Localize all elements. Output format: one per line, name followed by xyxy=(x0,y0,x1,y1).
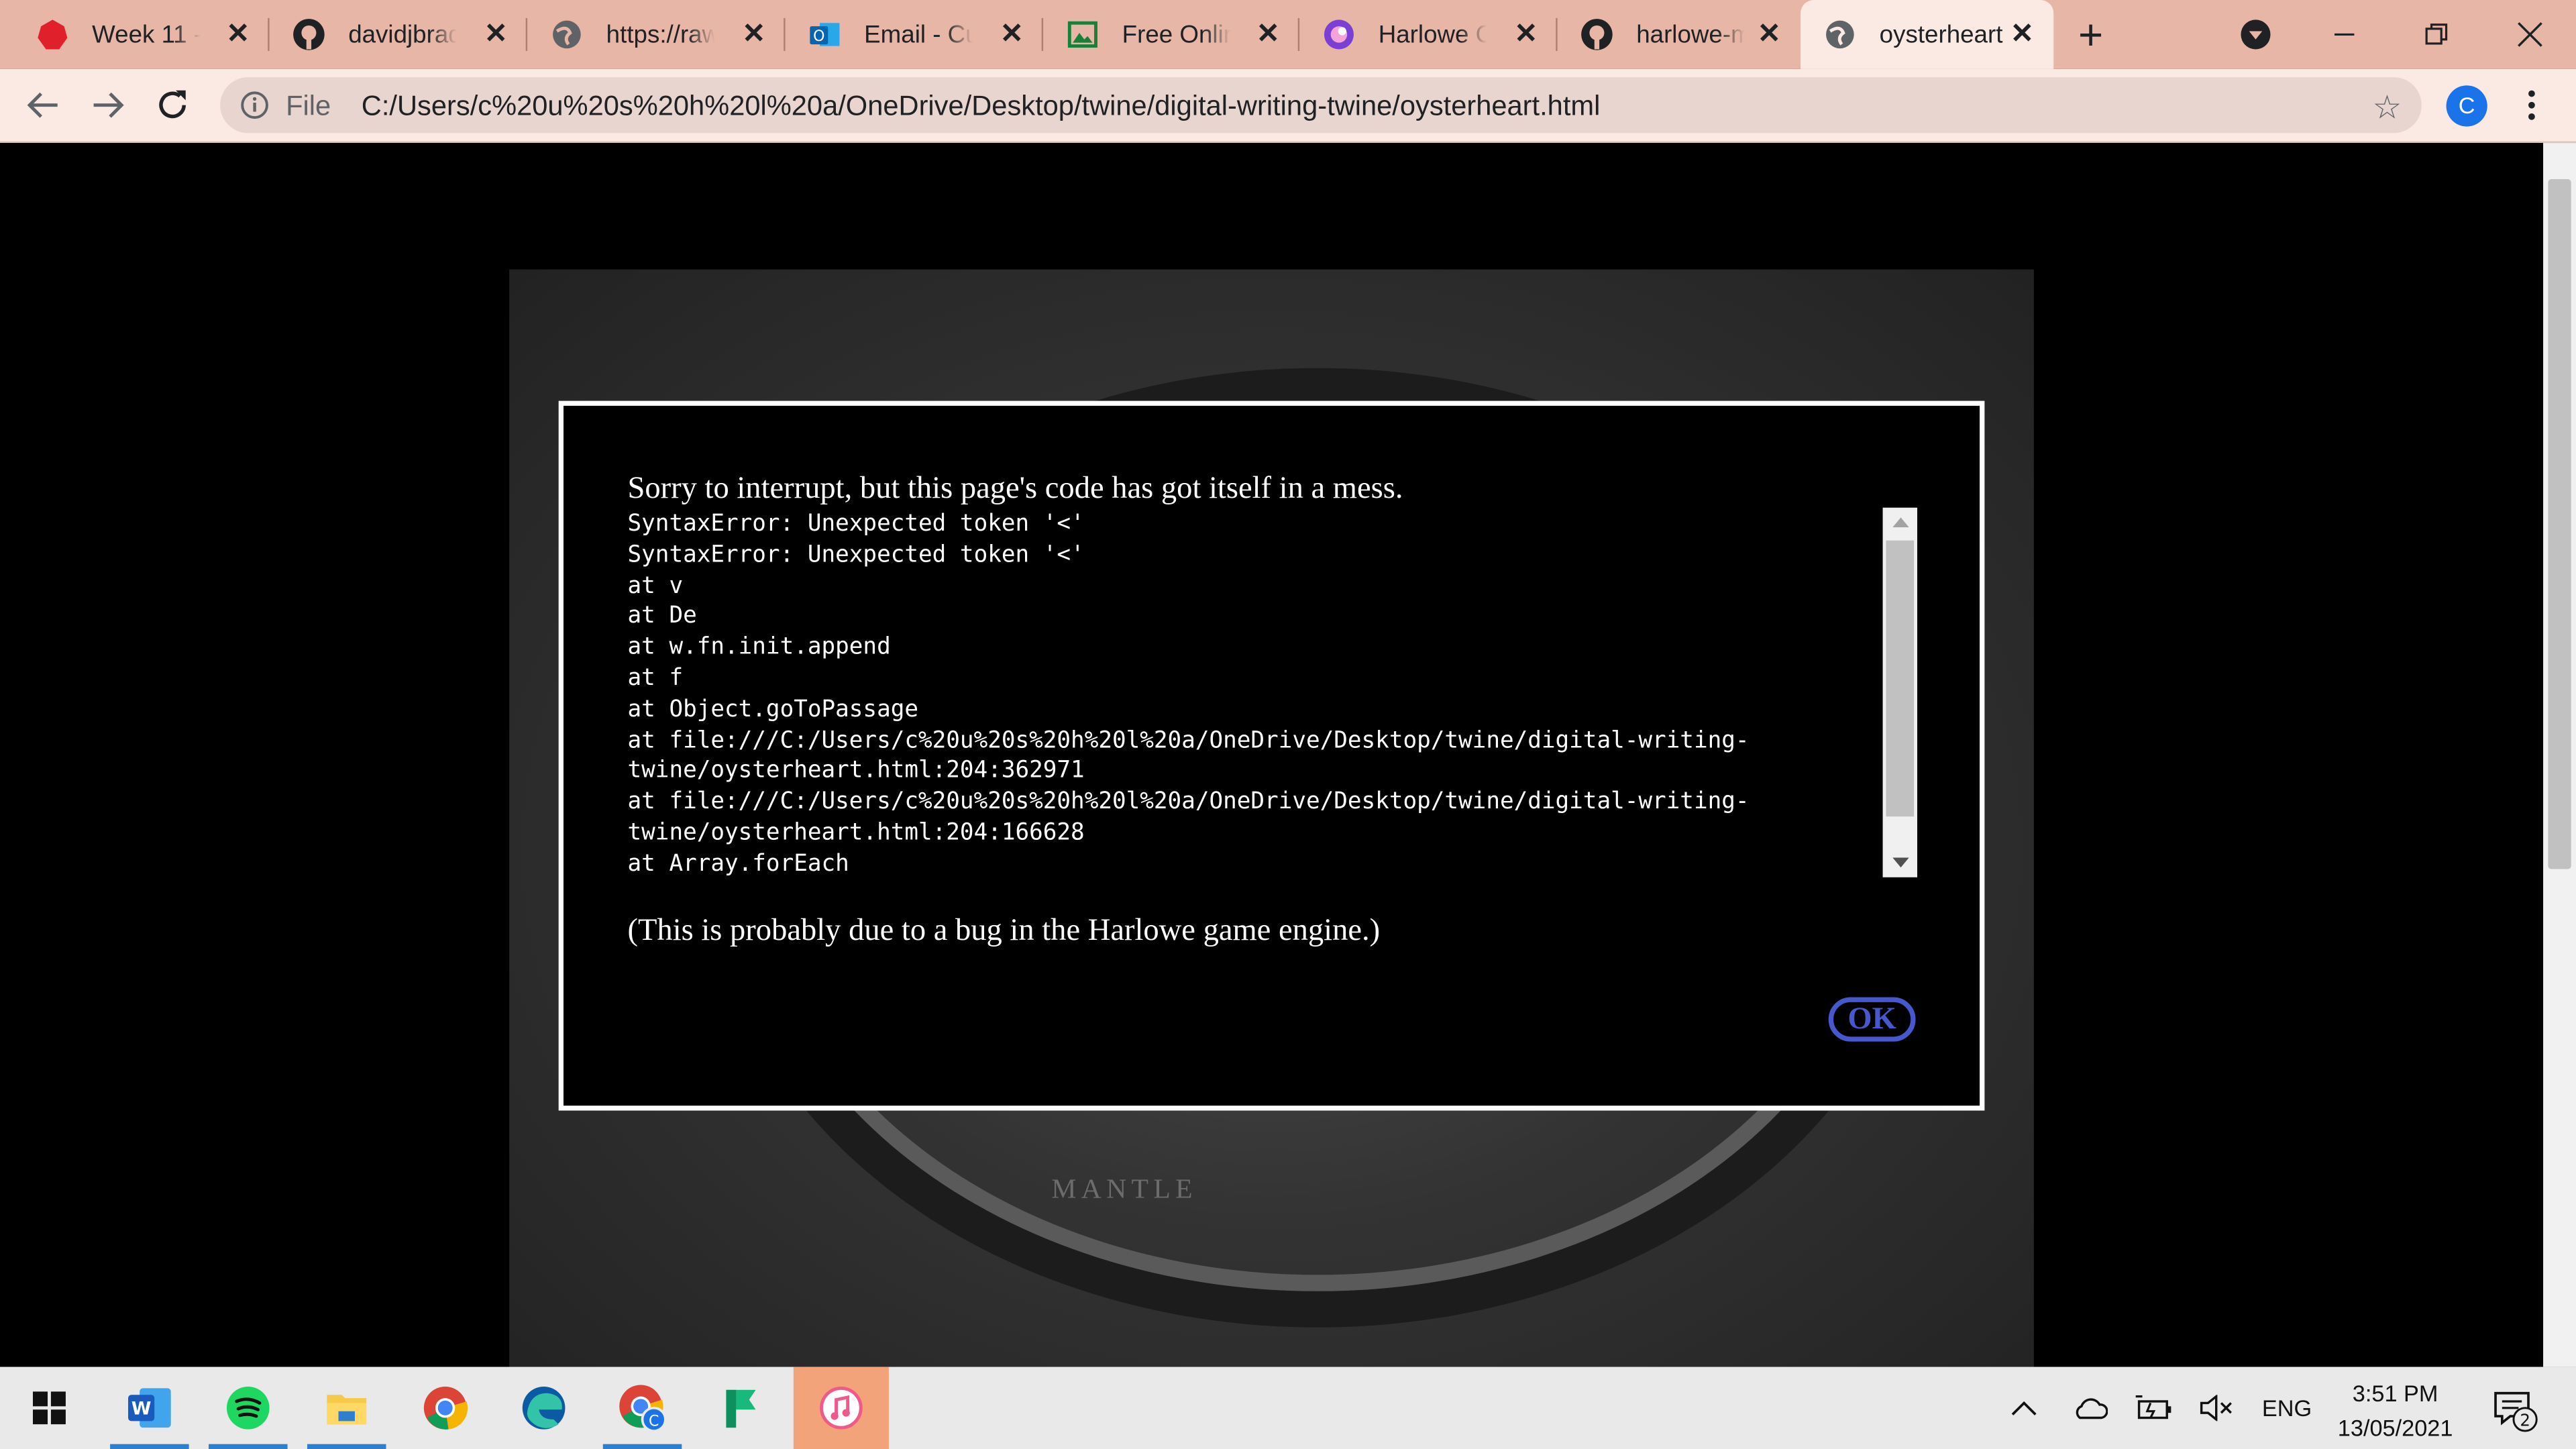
clock-time: 3:51 PM xyxy=(2352,1380,2438,1407)
running-indicator xyxy=(307,1444,386,1449)
notifications-icon[interactable]: 2 xyxy=(2484,1367,2543,1449)
tab-email[interactable]: O Email - Cus ✕ xyxy=(786,0,1044,69)
engine-bug-note: (This is probably due to a bug in the Ha… xyxy=(627,913,1381,949)
github-icon xyxy=(292,18,325,51)
show-hidden-icons-chevron-icon[interactable] xyxy=(2004,1367,2044,1449)
back-arrow-icon[interactable] xyxy=(23,85,62,125)
harlowe-icon xyxy=(1322,18,1355,51)
tab-oysterheart[interactable]: oysterheart ✕ xyxy=(1801,0,2054,69)
close-icon[interactable]: ✕ xyxy=(1000,18,1024,51)
close-icon[interactable]: ✕ xyxy=(484,18,508,51)
tab-harlowe-cu[interactable]: Harlowe Cu ✕ xyxy=(1299,0,1558,69)
mantle-label: MANTLE xyxy=(1051,1173,1197,1205)
menu-kebab-icon[interactable] xyxy=(2527,84,2537,127)
tab-title: Harlowe Cu xyxy=(1378,20,1487,49)
restore-icon[interactable] xyxy=(2390,0,2482,69)
forward-arrow-icon[interactable] xyxy=(89,85,128,125)
new-tab-plus-icon[interactable]: + xyxy=(2078,13,2103,56)
word-icon[interactable]: W xyxy=(103,1367,195,1449)
bookmark-star-icon[interactable]: ☆ xyxy=(2373,87,2402,128)
close-icon[interactable]: ✕ xyxy=(742,18,765,51)
close-icon[interactable]: ✕ xyxy=(226,18,250,51)
image-icon xyxy=(1066,18,1099,51)
outlook-icon: O xyxy=(808,18,841,51)
clock-date: 13/05/2021 xyxy=(2337,1414,2453,1441)
reload-icon[interactable] xyxy=(153,85,193,125)
screen: Week 11 - c ✕ davidjbrads ✕ https://raw.… xyxy=(0,0,2576,1449)
page-scrollbar[interactable] xyxy=(2543,143,2576,1367)
ok-button[interactable]: OK xyxy=(1828,997,1916,1042)
onedrive-cloud-icon[interactable] xyxy=(2067,1367,2113,1449)
tab-strip: Week 11 - c ✕ davidjbrads ✕ https://raw.… xyxy=(0,0,2576,69)
error-dialog: Sorry to interrupt, but this page's code… xyxy=(558,400,1985,1111)
svg-text:C: C xyxy=(649,1413,659,1430)
stack-trace[interactable]: SyntaxError: Unexpected token '<' Syntax… xyxy=(628,509,1860,879)
speaker-muted-icon[interactable] xyxy=(2193,1367,2239,1449)
file-explorer-icon[interactable] xyxy=(301,1367,392,1449)
tab-title: davidjbrads xyxy=(348,20,457,49)
chrome-icon[interactable] xyxy=(399,1367,491,1449)
tab-github-harlowe-ma[interactable]: harlowe-ma ✕ xyxy=(1558,0,1801,69)
edge-icon[interactable] xyxy=(498,1367,590,1449)
tab-title: oysterheart xyxy=(1879,20,2003,49)
page-content: MANTLE Sorry to interrupt, but this page… xyxy=(0,143,2544,1367)
globe-icon xyxy=(1823,18,1856,51)
running-indicator xyxy=(110,1444,189,1449)
windows-taskbar: W C ENG 3:51 PM 13/05/2021 2 xyxy=(0,1366,2576,1449)
tab-github-davidjbrads[interactable]: davidjbrads ✕ xyxy=(270,0,528,69)
page-scrollbar-thumb[interactable] xyxy=(2548,178,2571,869)
tab-title: Free Online xyxy=(1122,20,1231,49)
tab-title: harlowe-ma xyxy=(1636,20,1745,49)
tab-title: https://raw. xyxy=(606,20,715,49)
window-close-icon[interactable] xyxy=(2484,0,2576,69)
scheme-label: File xyxy=(286,90,331,122)
tab-free-online[interactable]: Free Online ✕ xyxy=(1043,0,1300,69)
close-icon[interactable]: ✕ xyxy=(1758,18,1781,51)
address-bar[interactable]: File C:/Users/c%20u%20s%20h%20l%20a/OneD… xyxy=(220,77,2422,133)
windows-start-icon[interactable] xyxy=(3,1367,95,1449)
scroll-down-icon[interactable] xyxy=(1883,848,1917,877)
github-icon xyxy=(1580,18,1613,51)
red-app-icon xyxy=(36,18,69,51)
scroll-up-icon[interactable] xyxy=(1883,508,1917,537)
svg-text:O: O xyxy=(813,28,824,45)
globe-icon xyxy=(550,18,583,51)
chrome-profile-icon[interactable]: C xyxy=(596,1367,688,1449)
tab-raw[interactable]: https://raw. ✕ xyxy=(527,0,786,69)
browser-toolbar: File C:/Users/c%20u%20s%20h%20l%20a/OneD… xyxy=(0,68,2576,144)
url-text[interactable]: C:/Users/c%20u%20s%20h%20l%20a/OneDrive/… xyxy=(362,91,1601,123)
battery-icon[interactable] xyxy=(2131,1367,2177,1449)
tab-title: Week 11 - c xyxy=(92,20,201,49)
tab-week11[interactable]: Week 11 - c ✕ xyxy=(13,0,270,69)
profile-avatar[interactable]: C xyxy=(2446,85,2487,127)
close-icon[interactable]: ✕ xyxy=(2010,18,2034,51)
close-icon[interactable]: ✕ xyxy=(1256,18,1280,51)
language-indicator[interactable]: ENG xyxy=(2254,1367,2320,1449)
notification-count: 2 xyxy=(2520,1411,2530,1430)
info-icon[interactable] xyxy=(240,91,270,128)
minimize-icon[interactable] xyxy=(2298,0,2390,69)
running-indicator xyxy=(209,1444,288,1449)
svg-text:W: W xyxy=(131,1399,152,1419)
tab-search-icon[interactable] xyxy=(2210,0,2302,69)
running-indicator xyxy=(602,1444,682,1449)
error-message: Sorry to interrupt, but this page's code… xyxy=(627,471,1403,506)
sticky-app-icon[interactable] xyxy=(695,1367,787,1449)
system-clock[interactable]: 3:51 PM 13/05/2021 xyxy=(2330,1377,2461,1446)
stack-trace-scrollbar[interactable] xyxy=(1882,507,1917,877)
close-icon[interactable]: ✕ xyxy=(1514,18,1538,51)
spotify-icon[interactable] xyxy=(202,1367,294,1449)
scrollbar-thumb[interactable] xyxy=(1886,540,1915,817)
tab-title: Email - Cus xyxy=(864,20,973,49)
itunes-icon[interactable] xyxy=(793,1366,889,1449)
